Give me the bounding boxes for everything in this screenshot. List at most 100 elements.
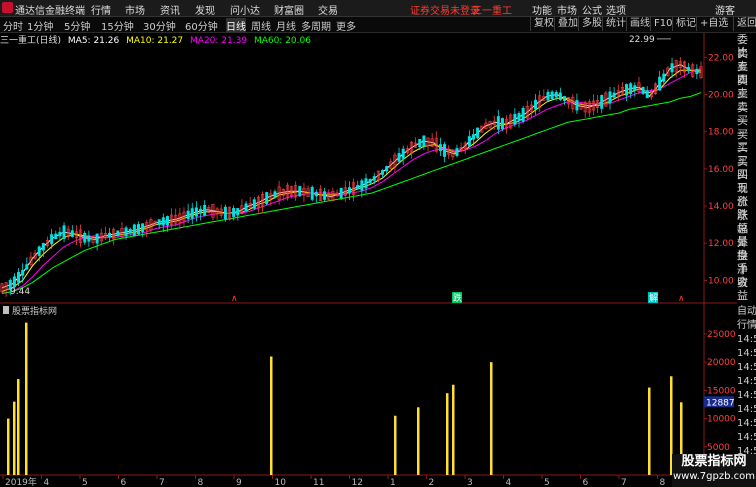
candle-body xyxy=(455,148,459,156)
period-tab-daily[interactable]: 日线 xyxy=(226,18,246,33)
time-tick-label: 8 xyxy=(198,478,204,487)
quote-label: 收益 xyxy=(737,276,748,302)
kline-chart[interactable]: 10.0012.0014.0016.0018.0020.0022.0022.99… xyxy=(0,33,737,487)
time-tick-label: 2 xyxy=(429,478,435,487)
candle-body xyxy=(658,76,662,91)
candle-body xyxy=(161,217,165,226)
period-tab-5min[interactable]: 5分钟 xyxy=(64,18,90,33)
candle-body xyxy=(633,85,637,91)
candle-body xyxy=(108,232,112,238)
ma5-value: MA5: 21.26 xyxy=(67,36,120,46)
menu-market-right[interactable]: 市场 xyxy=(557,2,577,17)
volume-tick-label: 20000 xyxy=(707,358,736,368)
candle-body xyxy=(670,63,674,73)
signal-label: 跌 xyxy=(453,293,462,304)
candle-body xyxy=(244,203,248,212)
time-tick-label: 2019年 xyxy=(5,476,37,487)
back-button[interactable]: 返回 xyxy=(733,17,756,31)
period-tab-intraday[interactable]: 分时 xyxy=(3,18,23,33)
statistics-button[interactable]: 统计 xyxy=(602,17,629,31)
menu-item-news[interactable]: 资讯 xyxy=(160,2,180,17)
signal-marker: ∧ xyxy=(231,294,238,304)
tick-time-label: 14:56 xyxy=(737,334,756,345)
app-logo-icon xyxy=(2,2,13,13)
menu-item-wealth[interactable]: 财富圈 xyxy=(274,2,304,17)
volume-bar xyxy=(13,401,16,475)
menu-item-ask[interactable]: 问小达 xyxy=(230,2,260,17)
candle-body xyxy=(236,208,240,216)
candle-body xyxy=(194,207,198,217)
candle-body xyxy=(132,224,136,237)
volume-bar xyxy=(7,418,10,475)
period-tab-60min[interactable]: 60分钟 xyxy=(185,18,218,33)
candle-body xyxy=(397,153,401,162)
candle-body xyxy=(252,199,256,209)
candle-body xyxy=(575,100,579,111)
mark-button[interactable]: 标记 xyxy=(672,17,699,31)
candle-body xyxy=(128,228,132,234)
menu-item-quotes[interactable]: 行情 xyxy=(91,2,111,17)
period-toolbar: 分时 1分钟 5分钟 15分钟 30分钟 60分钟 日线 周线 月线 多周期 更… xyxy=(0,17,756,33)
ma60-value: MA60: 20.06 xyxy=(253,36,311,46)
restore-rights-button[interactable]: 复权 xyxy=(530,17,557,31)
candle-body xyxy=(438,144,442,152)
add-watchlist-button[interactable]: +自选 xyxy=(696,17,731,31)
volume-tick-label: 25000 xyxy=(707,330,736,340)
candle-body xyxy=(314,191,318,197)
indicator-title: 股票指标网 xyxy=(12,305,57,317)
volume-bar xyxy=(17,379,20,475)
candle-body xyxy=(141,223,145,233)
time-tick-label: 8 xyxy=(660,478,666,487)
period-tab-weekly[interactable]: 周线 xyxy=(251,18,271,33)
candle-body xyxy=(83,232,87,243)
menu-item-discover[interactable]: 发现 xyxy=(195,2,215,17)
trade-login-warning[interactable]: 证券交易未登录 xyxy=(410,2,480,17)
candle-body xyxy=(265,192,269,205)
period-tab-30min[interactable]: 30分钟 xyxy=(143,18,176,33)
tick-time-label: 14:56 xyxy=(737,362,756,373)
period-tab-1min[interactable]: 1分钟 xyxy=(27,18,53,33)
candle-body xyxy=(687,67,691,72)
tick-time-label: 行情 xyxy=(737,320,756,331)
period-tab-monthly[interactable]: 月线 xyxy=(276,18,296,33)
price-tick-label: 14.00 xyxy=(708,202,734,212)
candle-body xyxy=(550,91,554,100)
candle-body xyxy=(534,99,538,110)
candle-body xyxy=(612,92,616,98)
time-tick-label: 7 xyxy=(621,478,627,487)
menu-item-trade[interactable]: 交易 xyxy=(318,2,338,17)
candle-body xyxy=(37,246,41,256)
indicator-icon xyxy=(3,306,9,314)
period-tab-multi[interactable]: 多周期 xyxy=(301,18,331,33)
menu-formula[interactable]: 公式 xyxy=(582,2,602,17)
candle-body xyxy=(385,166,389,172)
candle-body xyxy=(558,92,562,100)
overlay-button[interactable]: 叠加 xyxy=(554,17,581,31)
candle-body xyxy=(360,180,364,191)
candle-body xyxy=(223,206,227,220)
candle-body xyxy=(203,205,207,216)
time-tick-label: 5 xyxy=(544,478,550,487)
candle-body xyxy=(21,269,25,276)
user-guest[interactable]: 游客 xyxy=(715,2,735,17)
menu-item-market[interactable]: 市场 xyxy=(125,2,145,17)
period-tab-more[interactable]: 更多 xyxy=(336,18,356,33)
candle-body xyxy=(50,234,54,245)
candle-body xyxy=(339,187,343,199)
menu-function[interactable]: 功能 xyxy=(532,2,552,17)
time-tick-label: 9 xyxy=(236,478,242,487)
candle-body xyxy=(165,216,169,226)
ma-legend: 三一重工(日线) MA5: 21.26 MA10: 21.27 MA20: 21… xyxy=(0,33,700,46)
candle-body xyxy=(199,208,203,214)
candle-body xyxy=(372,176,376,181)
time-tick-label: 12 xyxy=(352,478,363,487)
multi-stock-button[interactable]: 多股 xyxy=(578,17,605,31)
volume-bar xyxy=(648,387,651,475)
current-value-label: 12887 xyxy=(706,398,735,408)
candle-body xyxy=(496,116,500,130)
draw-line-button[interactable]: 画线 xyxy=(626,17,653,31)
price-tick-label: 20.00 xyxy=(708,90,734,100)
menu-options[interactable]: 选项 xyxy=(606,2,626,17)
volume-tick-label: 10000 xyxy=(707,415,736,425)
period-tab-15min[interactable]: 15分钟 xyxy=(101,18,134,33)
